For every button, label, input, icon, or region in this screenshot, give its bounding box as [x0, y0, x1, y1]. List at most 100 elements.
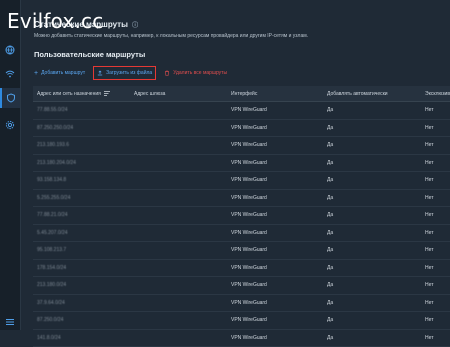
cell-exclusive: Нет — [421, 265, 450, 271]
upload-icon — [97, 70, 103, 76]
cell-auto-add: Да — [323, 317, 421, 323]
wifi-icon[interactable] — [3, 67, 17, 81]
help-icon[interactable]: ⓘ — [132, 23, 138, 29]
shield-icon[interactable] — [0, 88, 20, 108]
cell-destination: 77.88.55.0/24 — [33, 107, 130, 113]
sort-icon[interactable] — [104, 91, 110, 96]
cell-destination: 87.250.0/24 — [33, 317, 130, 323]
table-row[interactable]: 95.108.213.7 VPN WireGuardДаНет — [33, 242, 450, 260]
routes-table: Адрес или сеть назначения Адрес шлюза Ин… — [33, 86, 450, 347]
cell-destination: 37.9.64.0/24 — [33, 300, 130, 306]
table-row[interactable]: 141.8.0/24 VPN WireGuardДаНет — [33, 330, 450, 347]
cell-interface: VPN WireGuard — [227, 230, 323, 236]
cell-destination: 213.180.0/24 — [33, 282, 130, 288]
cell-auto-add: Да — [323, 160, 421, 166]
cell-destination: 5.255.255.0/24 — [33, 195, 130, 201]
section-title: Пользовательские маршруты — [34, 50, 145, 59]
cell-destination: 141.8.0/24 — [33, 335, 130, 341]
cell-destination: 178.154.0/24 — [33, 265, 130, 271]
table-row[interactable]: 178.154.0/24 VPN WireGuardДаНет — [33, 260, 450, 278]
column-auto-add[interactable]: Добавлять автоматически — [323, 91, 421, 97]
cell-destination: 213.180.193.6 — [33, 142, 130, 148]
cell-auto-add: Да — [323, 212, 421, 218]
cell-interface: VPN WireGuard — [227, 212, 323, 218]
table-header: Адрес или сеть назначения Адрес шлюза Ин… — [33, 86, 450, 102]
cell-destination: 95.108.213.7 — [33, 247, 130, 253]
globe-icon[interactable] — [3, 43, 17, 57]
table-row[interactable]: 213.180.0/24 VPN WireGuardДаНет — [33, 277, 450, 295]
cell-interface: VPN WireGuard — [227, 142, 323, 148]
cell-exclusive: Нет — [421, 195, 450, 201]
cell-auto-add: Да — [323, 265, 421, 271]
delete-all-routes-button[interactable]: Удалить все маршруты — [164, 67, 227, 79]
cell-auto-add: Да — [323, 195, 421, 201]
cell-destination: 213.180.204.0/24 — [33, 160, 130, 166]
cell-interface: VPN WireGuard — [227, 195, 323, 201]
cell-interface: VPN WireGuard — [227, 247, 323, 253]
cell-auto-add: Да — [323, 125, 421, 131]
cell-destination: 77.88.21.0/24 — [33, 212, 130, 218]
cell-auto-add: Да — [323, 177, 421, 183]
toolbar: + Добавить маршрут Загрузить из файла Уд… — [34, 67, 227, 79]
cell-interface: VPN WireGuard — [227, 317, 323, 323]
cell-exclusive: Нет — [421, 317, 450, 323]
cell-auto-add: Да — [323, 335, 421, 341]
column-interface[interactable]: Интерфейс — [227, 91, 323, 97]
cell-exclusive: Нет — [421, 247, 450, 253]
cell-interface: VPN WireGuard — [227, 282, 323, 288]
cell-interface: VPN WireGuard — [227, 107, 323, 113]
table-row[interactable]: 93.158.134.8 VPN WireGuardДаНет — [33, 172, 450, 190]
column-destination[interactable]: Адрес или сеть назначения — [33, 91, 130, 97]
column-gateway[interactable]: Адрес шлюза — [130, 91, 227, 97]
add-route-button[interactable]: + Добавить маршрут — [34, 67, 85, 79]
delete-all-routes-label: Удалить все маршруты — [173, 70, 227, 76]
gear-icon[interactable] — [3, 118, 17, 132]
menu-icon[interactable] — [3, 315, 17, 329]
sidebar — [0, 0, 21, 330]
column-exclusive[interactable]: Эксклюзив — [421, 91, 450, 97]
cell-interface: VPN WireGuard — [227, 125, 323, 131]
cell-exclusive: Нет — [421, 160, 450, 166]
table-row[interactable]: 213.180.193.6 VPN WireGuardДаНет — [33, 137, 450, 155]
watermark: Evilfox.cc — [7, 9, 103, 33]
cell-interface: VPN WireGuard — [227, 265, 323, 271]
trash-icon — [164, 70, 170, 76]
cell-exclusive: Нет — [421, 282, 450, 288]
load-from-file-label: Загрузить из файла — [106, 70, 152, 76]
table-row[interactable]: 213.180.204.0/24 VPN WireGuardДаНет — [33, 155, 450, 173]
cell-interface: VPN WireGuard — [227, 335, 323, 341]
cell-destination: 93.158.134.8 — [33, 177, 130, 183]
cell-exclusive: Нет — [421, 335, 450, 341]
cell-auto-add: Да — [323, 142, 421, 148]
cell-exclusive: Нет — [421, 142, 450, 148]
table-row[interactable]: 5.45.207.0/24 VPN WireGuardДаНет — [33, 225, 450, 243]
cell-auto-add: Да — [323, 282, 421, 288]
cell-auto-add: Да — [323, 230, 421, 236]
column-destination-label: Адрес или сеть назначения — [37, 91, 101, 97]
table-row[interactable]: 37.9.64.0/24 VPN WireGuardДаНет — [33, 295, 450, 313]
cell-interface: VPN WireGuard — [227, 177, 323, 183]
cell-exclusive: Нет — [421, 125, 450, 131]
page-description: Можно добавить статические маршруты, нап… — [34, 33, 308, 39]
table-row[interactable]: 87.250.0/24 VPN WireGuardДаНет — [33, 312, 450, 330]
add-route-label: Добавить маршрут — [41, 70, 85, 76]
plus-icon: + — [34, 70, 38, 77]
cell-destination: 87.250.250.0/24 — [33, 125, 130, 131]
load-from-file-button[interactable]: Загрузить из файла — [93, 66, 156, 80]
cell-auto-add: Да — [323, 300, 421, 306]
table-body: 77.88.55.0/24VPN WireGuardДаНет87.250.25… — [33, 102, 450, 347]
cell-exclusive: Нет — [421, 300, 450, 306]
cell-exclusive: Нет — [421, 177, 450, 183]
table-row[interactable]: 5.255.255.0/24 VPN WireGuardДаНет — [33, 190, 450, 208]
table-row[interactable]: 87.250.250.0/24 VPN WireGuardДаНет — [33, 120, 450, 138]
cell-auto-add: Да — [323, 247, 421, 253]
cell-auto-add: Да — [323, 107, 421, 113]
cell-interface: VPN WireGuard — [227, 300, 323, 306]
table-row[interactable]: 77.88.55.0/24 VPN WireGuardДаНет — [33, 102, 450, 120]
cell-exclusive: Нет — [421, 230, 450, 236]
table-row[interactable]: 77.88.21.0/24 VPN WireGuardДаНет — [33, 207, 450, 225]
cell-interface: VPN WireGuard — [227, 160, 323, 166]
cell-exclusive: Нет — [421, 212, 450, 218]
cell-destination: 5.45.207.0/24 — [33, 230, 130, 236]
cell-exclusive: Нет — [421, 107, 450, 113]
